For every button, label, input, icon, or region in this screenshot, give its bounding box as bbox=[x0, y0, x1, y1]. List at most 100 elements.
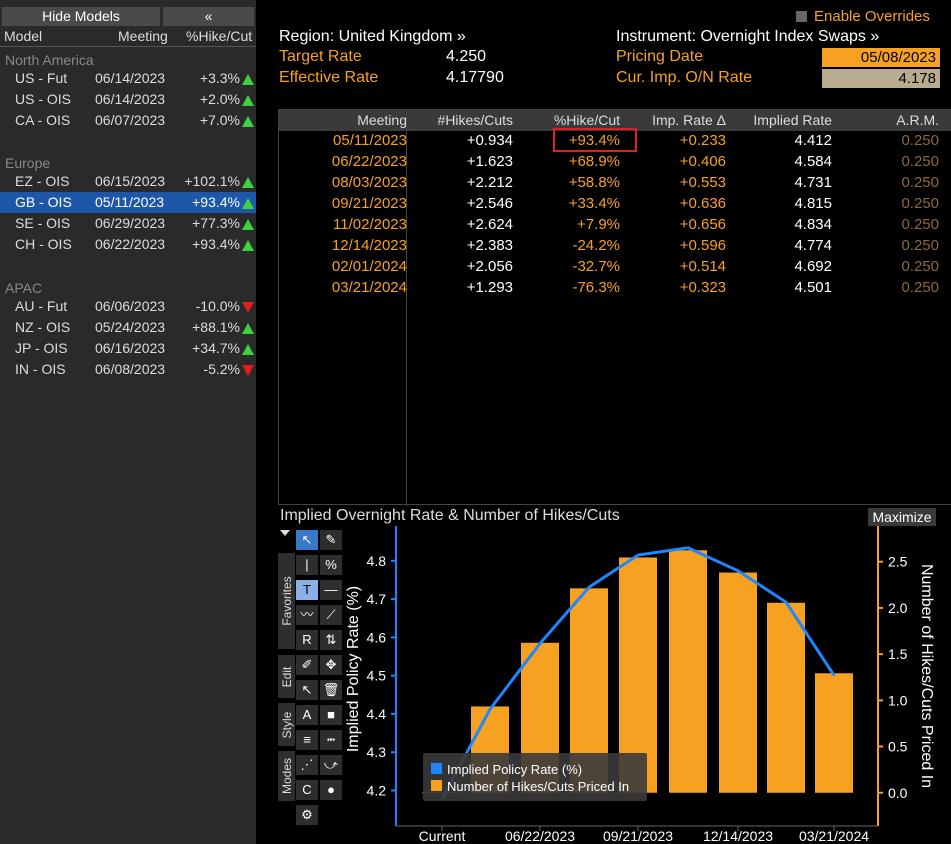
cell-hikes-cuts: +2.212 bbox=[466, 174, 513, 191]
enable-overrides-label[interactable]: Enable Overrides bbox=[814, 8, 930, 25]
x-axis-tick-label: Current bbox=[419, 828, 466, 844]
table-row[interactable]: 09/21/2023 +2.546 +33.4% +0.636 4.815 0.250 bbox=[279, 194, 951, 215]
cell-imp-rate-delta: +0.553 bbox=[679, 174, 726, 191]
cell-implied-rate: 4.774 bbox=[794, 237, 832, 254]
cell-imp-rate-delta: +0.596 bbox=[679, 237, 726, 254]
cur-imp-rate-field[interactable]: 4.178 bbox=[822, 69, 940, 88]
table-row[interactable]: 11/02/2023 +2.624 +7.9% +0.656 4.834 0.250 bbox=[279, 215, 951, 236]
model-row[interactable]: AU - Fut 06/06/2023 -10.0% bbox=[0, 296, 256, 317]
header-divider bbox=[0, 46, 256, 47]
model-hike: +93.4% bbox=[192, 236, 240, 252]
model-hike: -10.0% bbox=[195, 298, 240, 314]
table-row[interactable]: 02/01/2024 +2.056 -32.7% +0.514 4.692 0.250 bbox=[279, 257, 951, 278]
right-axis-tick-label: 2.5 bbox=[888, 554, 908, 570]
legend-label: Implied Policy Rate (%) bbox=[447, 762, 582, 777]
up-arrow-icon bbox=[242, 219, 254, 230]
left-axis-tick-label: 4.2 bbox=[367, 783, 387, 799]
cell-hike-pct: +33.4% bbox=[568, 195, 620, 212]
model-name: IN - OIS bbox=[15, 361, 66, 377]
pricing-date-field[interactable]: 05/08/2023 bbox=[822, 48, 940, 67]
model-hike: +93.4% bbox=[192, 194, 240, 210]
model-hike: +3.3% bbox=[199, 70, 240, 86]
model-row[interactable]: EZ - OIS 06/15/2023 +102.1% bbox=[0, 171, 256, 192]
cell-imp-rate-delta: +0.656 bbox=[679, 216, 726, 233]
cell-meeting: 02/01/2024 bbox=[331, 258, 407, 275]
cell-hikes-cuts: +0.934 bbox=[466, 132, 513, 149]
hike-column-header[interactable]: %Hike/Cut bbox=[186, 28, 252, 44]
model-row[interactable]: GB - OIS 05/11/2023 +93.4% bbox=[0, 192, 256, 213]
cell-hike-pct: -76.3% bbox=[572, 279, 620, 296]
right-axis-tick-label: 1.5 bbox=[888, 646, 908, 662]
line-point bbox=[489, 708, 491, 711]
model-name: SE - OIS bbox=[15, 215, 71, 231]
model-meeting: 06/07/2023 bbox=[95, 112, 166, 128]
line-point bbox=[687, 546, 689, 549]
down-arrow-icon bbox=[242, 302, 254, 313]
model-hike: +102.1% bbox=[184, 173, 240, 189]
up-arrow-icon bbox=[242, 95, 254, 106]
region-selector[interactable]: Region: United Kingdom » bbox=[279, 28, 466, 46]
cell-imp-rate-delta: +0.406 bbox=[679, 153, 726, 170]
up-arrow-icon bbox=[242, 74, 254, 85]
model-meeting: 05/11/2023 bbox=[95, 194, 165, 210]
bar bbox=[669, 550, 707, 793]
cell-implied-rate: 4.692 bbox=[794, 258, 832, 275]
line-point bbox=[737, 569, 739, 572]
model-row[interactable]: CH - OIS 06/22/2023 +93.4% bbox=[0, 234, 256, 255]
cell-imp-rate-delta: +0.514 bbox=[679, 258, 726, 275]
model-row[interactable]: SE - OIS 06/29/2023 +77.3% bbox=[0, 213, 256, 234]
cell-implied-rate: 4.834 bbox=[794, 216, 832, 233]
chart-title: Implied Overnight Rate & Number of Hikes… bbox=[280, 507, 620, 524]
cell-hike-pct: +68.9% bbox=[568, 153, 620, 170]
cell-arm: 0.250 bbox=[901, 258, 939, 275]
meetings-table: Meeting #Hikes/Cuts %Hike/Cut Imp. Rate Δ Im… bbox=[278, 109, 951, 506]
x-axis-tick-label: 12/14/2023 bbox=[703, 828, 773, 844]
model-meeting: 06/08/2023 bbox=[95, 361, 166, 377]
model-row[interactable]: CA - OIS 06/07/2023 +7.0% bbox=[0, 110, 256, 131]
column-header-implied-rate[interactable]: Implied Rate bbox=[732, 112, 832, 128]
right-axis-tick-label: 0.0 bbox=[888, 785, 908, 801]
right-axis-tick-label: 2.0 bbox=[888, 600, 908, 616]
table-row[interactable]: 08/03/2023 +2.212 +58.8% +0.553 4.731 0.250 bbox=[279, 173, 951, 194]
region-label: APAC bbox=[5, 280, 43, 296]
enable-overrides-checkbox[interactable] bbox=[796, 11, 807, 22]
instrument-selector[interactable]: Instrument: Overnight Index Swaps » bbox=[616, 28, 879, 46]
model-row[interactable]: US - Fut 06/14/2023 +3.3% bbox=[0, 68, 256, 89]
table-row[interactable]: 06/22/2023 +1.623 +68.9% +0.406 4.584 0.250 bbox=[279, 152, 951, 173]
model-name: AU - Fut bbox=[15, 298, 68, 314]
up-arrow-icon bbox=[242, 177, 254, 188]
column-header-meeting[interactable]: Meeting bbox=[287, 112, 407, 128]
line-point bbox=[637, 554, 639, 557]
cell-implied-rate: 4.731 bbox=[794, 174, 832, 191]
cur-imp-rate-label: Cur. Imp. O/N Rate bbox=[616, 69, 753, 86]
hide-models-button[interactable]: Hide Models bbox=[2, 7, 160, 26]
x-axis-tick-label: 09/21/2023 bbox=[603, 828, 673, 844]
right-axis-tick-label: 0.5 bbox=[888, 739, 908, 755]
collapse-icon[interactable]: « bbox=[163, 7, 254, 26]
column-header-hike-pct[interactable]: %Hike/Cut bbox=[520, 112, 620, 128]
table-row[interactable]: 03/21/2024 +1.293 -76.3% +0.323 4.501 0.250 bbox=[279, 278, 951, 299]
cell-meeting: 06/22/2023 bbox=[331, 153, 407, 170]
model-row[interactable]: US - OIS 06/14/2023 +2.0% bbox=[0, 89, 256, 110]
column-header-imp-rate-delta[interactable]: Imp. Rate Δ bbox=[626, 112, 726, 128]
model-meeting: 06/14/2023 bbox=[95, 91, 166, 107]
column-header-hikes-cuts[interactable]: #Hikes/Cuts bbox=[413, 112, 513, 128]
legend-swatch-line bbox=[431, 763, 442, 774]
up-arrow-icon bbox=[242, 240, 254, 251]
cell-implied-rate: 4.584 bbox=[794, 153, 832, 170]
maximize-button[interactable]: Maximize bbox=[868, 508, 936, 526]
table-row[interactable]: 12/14/2023 +2.383 -24.2% +0.596 4.774 0.250 bbox=[279, 236, 951, 257]
cell-imp-rate-delta: +0.636 bbox=[679, 195, 726, 212]
meeting-column-header[interactable]: Meeting bbox=[118, 28, 168, 44]
model-row[interactable]: JP - OIS 06/16/2023 +34.7% bbox=[0, 338, 256, 359]
model-row[interactable]: IN - OIS 06/08/2023 -5.2% bbox=[0, 359, 256, 380]
effective-rate-value: 4.17790 bbox=[446, 69, 504, 86]
cell-meeting: 12/14/2023 bbox=[331, 237, 407, 254]
column-header-arm[interactable]: A.R.M. bbox=[839, 112, 939, 128]
model-column-header[interactable]: Model bbox=[4, 28, 42, 44]
region-label: North America bbox=[5, 52, 94, 68]
cell-hike-pct: -32.7% bbox=[572, 258, 620, 275]
model-row[interactable]: NZ - OIS 05/24/2023 +88.1% bbox=[0, 317, 256, 338]
right-axis-title: Number of Hikes/Cuts Priced In bbox=[918, 564, 935, 788]
cell-imp-rate-delta: +0.323 bbox=[679, 279, 726, 296]
